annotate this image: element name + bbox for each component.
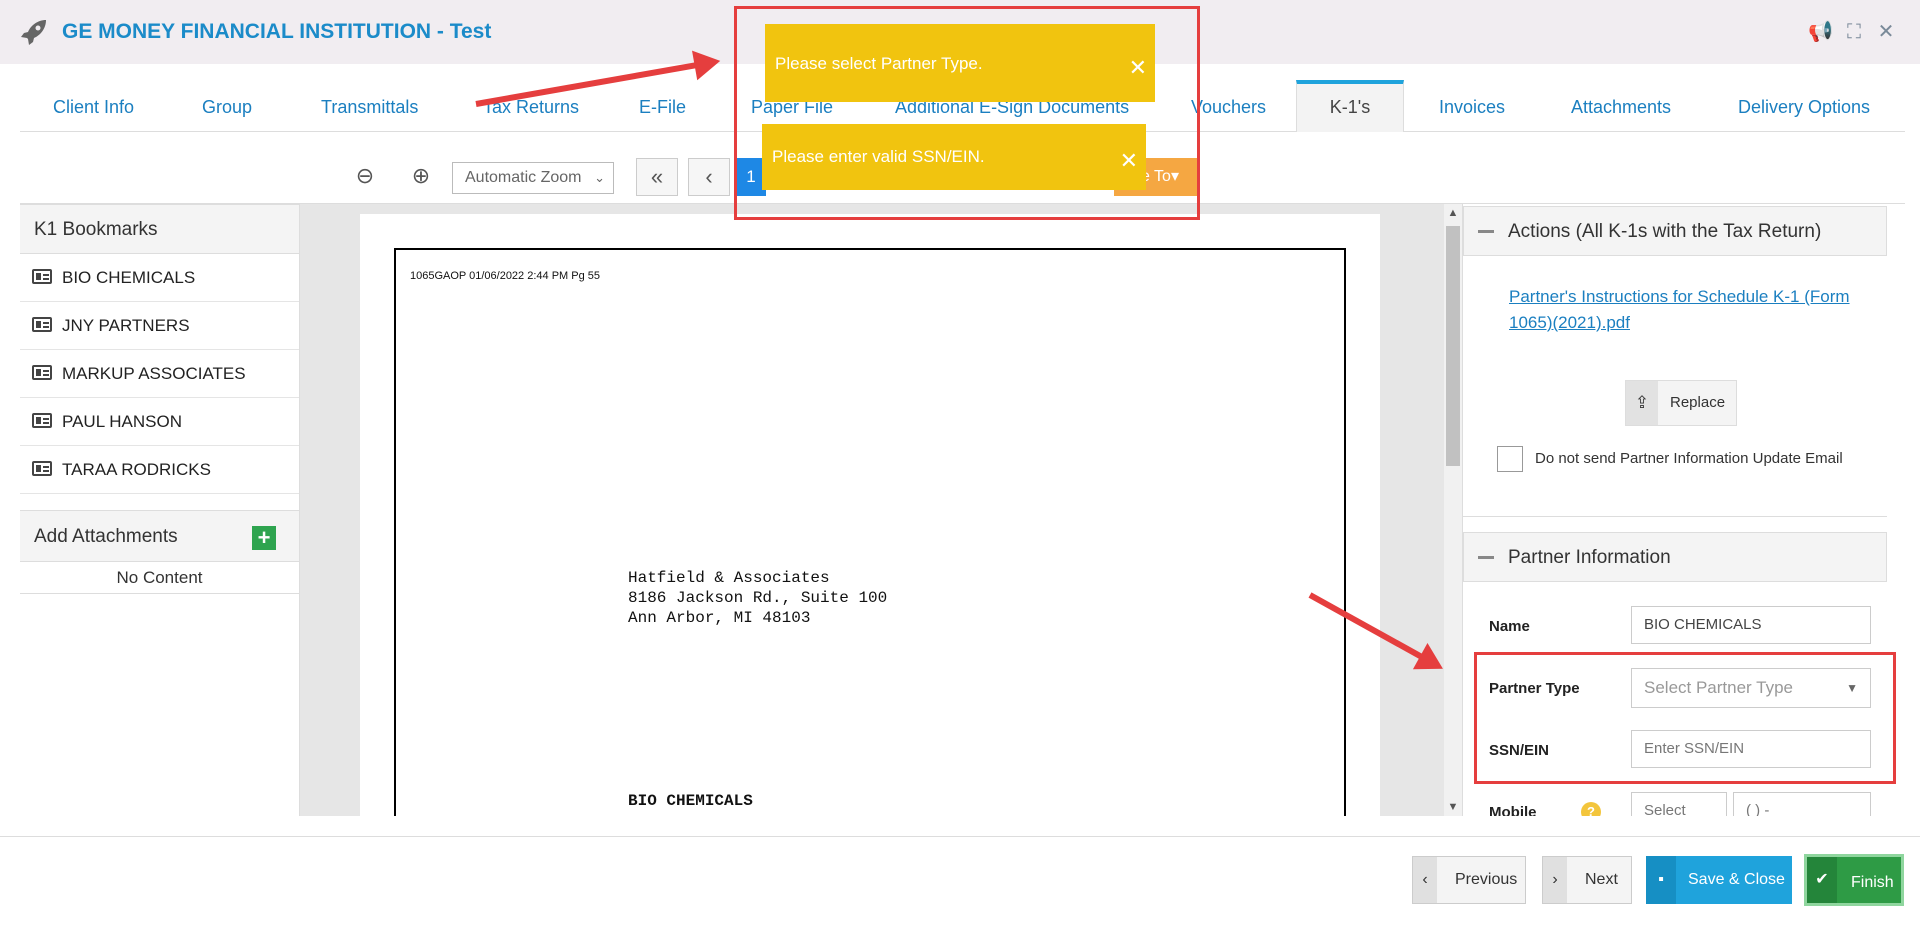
chevron-left-icon: ‹	[1413, 857, 1437, 903]
zoom-select[interactable]: Automatic Zoom ⌄	[452, 162, 614, 194]
add-attachment-button[interactable]: +	[252, 526, 276, 550]
previous-label: Previous	[1455, 871, 1518, 888]
tab-group[interactable]: Group	[202, 80, 252, 132]
upload-icon: ⇪	[1626, 381, 1658, 425]
previous-button[interactable]: ‹ Previous	[1412, 856, 1526, 904]
page-title: GE MONEY FINANCIAL INSTITUTION - Test	[62, 20, 492, 43]
annotation-box	[1474, 652, 1896, 784]
id-card-icon	[32, 413, 52, 428]
partner-section-header[interactable]: Partner Information	[1463, 532, 1887, 582]
save-icon: ▪	[1646, 856, 1676, 904]
document-page: 1065GAOP 01/06/2022 2:44 PM Pg 55 Hatfie…	[360, 214, 1380, 816]
divider	[1463, 516, 1887, 517]
tab-client-info[interactable]: Client Info	[53, 80, 134, 132]
id-card-icon	[32, 365, 52, 380]
actions-section-header[interactable]: Actions (All K-1s with the Tax Return)	[1463, 206, 1887, 256]
bookmark-item[interactable]: MARKUP ASSOCIATES	[20, 350, 299, 398]
replace-button[interactable]: ⇪ Replace	[1625, 380, 1737, 426]
firm-address: Hatfield & Associates 8186 Jackson Rd., …	[628, 568, 887, 628]
megaphone-icon[interactable]: 📢	[1808, 20, 1833, 44]
bookmark-label: BIO CHEMICALS	[62, 268, 196, 287]
fullscreen-icon[interactable]: ⛶	[1842, 20, 1866, 44]
check-icon: ✔	[1807, 857, 1837, 903]
collapse-icon	[1478, 556, 1494, 559]
zoom-in-icon[interactable]: ⊕	[400, 158, 442, 196]
bookmark-item[interactable]: BIO CHEMICALS	[20, 254, 299, 302]
first-page-button[interactable]: «	[636, 158, 678, 196]
name-field[interactable]: BIO CHEMICALS	[1631, 606, 1871, 644]
chevron-right-icon: ›	[1543, 857, 1567, 903]
bookmark-item[interactable]: JNY PARTNERS	[20, 302, 299, 350]
tab-attachments[interactable]: Attachments	[1571, 80, 1671, 132]
close-icon[interactable]: ✕	[1874, 20, 1898, 44]
finish-button[interactable]: ✔ Finish	[1804, 854, 1904, 906]
tab-invoices[interactable]: Invoices	[1439, 80, 1505, 132]
recipient-name: BIO CHEMICALS	[628, 792, 753, 810]
bookmark-item[interactable]: PAUL HANSON	[20, 398, 299, 446]
annotation-box	[734, 6, 1200, 220]
bookmark-label: TARAA RODRICKS	[62, 460, 211, 479]
scrollbar-thumb[interactable]	[1446, 226, 1460, 466]
document-viewer[interactable]: 1065GAOP 01/06/2022 2:44 PM Pg 55 Hatfie…	[300, 204, 1444, 816]
previous-page-button[interactable]: ‹	[688, 158, 730, 196]
help-icon[interactable]: ?	[1581, 802, 1601, 816]
scroll-up-icon[interactable]: ▲	[1444, 204, 1462, 222]
bookmarks-header: K1 Bookmarks	[20, 204, 299, 254]
address-line: Hatfield & Associates	[628, 569, 830, 587]
actions-header-label: Actions (All K-1s with the Tax Return)	[1508, 221, 1822, 242]
footer-bar	[0, 836, 1920, 925]
next-label: Next	[1585, 871, 1618, 888]
zoom-select-value: Automatic Zoom	[465, 169, 582, 186]
address-line: 8186 Jackson Rd., Suite 100	[628, 589, 888, 607]
collapse-icon	[1478, 230, 1494, 233]
document-header-line: 1065GAOP 01/06/2022 2:44 PM Pg 55	[410, 270, 600, 282]
next-button[interactable]: › Next	[1542, 856, 1632, 904]
bookmark-label: MARKUP ASSOCIATES	[62, 364, 246, 383]
finish-label: Finish	[1851, 874, 1894, 891]
page-border	[394, 248, 1346, 816]
partner-instructions-link[interactable]: Partner's Instructions for Schedule K-1 …	[1509, 284, 1869, 336]
address-line: Ann Arbor, MI 48103	[628, 609, 811, 627]
rocket-icon	[21, 20, 46, 45]
attachments-empty-text: No Content	[20, 562, 299, 594]
tab-k1s[interactable]: K-1's	[1296, 80, 1404, 132]
chevron-down-icon: ⌄	[594, 170, 605, 185]
save-close-button[interactable]: ▪ Save & Close	[1646, 856, 1792, 904]
no-update-email-checkbox[interactable]	[1497, 446, 1523, 472]
mobile-number-field[interactable]: ( ) -	[1733, 792, 1871, 816]
bookmark-label: PAUL HANSON	[62, 412, 182, 431]
save-close-label: Save & Close	[1688, 871, 1785, 888]
tab-e-file[interactable]: E-File	[639, 80, 686, 132]
viewer-scrollbar[interactable]: ▲ ▼	[1444, 204, 1462, 816]
tab-transmittals[interactable]: Transmittals	[321, 80, 418, 132]
no-update-email-label: Do not send Partner Information Update E…	[1535, 450, 1843, 467]
bookmark-label: JNY PARTNERS	[62, 316, 190, 335]
id-card-icon	[32, 461, 52, 476]
replace-label: Replace	[1670, 394, 1726, 411]
name-label: Name	[1489, 618, 1530, 635]
id-card-icon	[32, 317, 52, 332]
scroll-down-icon[interactable]: ▼	[1444, 798, 1462, 816]
mobile-country-select[interactable]: Select	[1631, 792, 1727, 816]
partner-header-label: Partner Information	[1508, 547, 1671, 568]
tab-vouchers[interactable]: Vouchers	[1191, 80, 1266, 132]
mobile-label: Mobile	[1489, 804, 1537, 816]
bookmark-item[interactable]: TARAA RODRICKS	[20, 446, 299, 494]
id-card-icon	[32, 269, 52, 284]
bookmarks-panel: K1 Bookmarks BIO CHEMICALS JNY PARTNERS …	[20, 204, 300, 816]
zoom-out-icon[interactable]: ⊖	[344, 158, 386, 196]
tab-delivery-options[interactable]: Delivery Options	[1738, 80, 1870, 132]
